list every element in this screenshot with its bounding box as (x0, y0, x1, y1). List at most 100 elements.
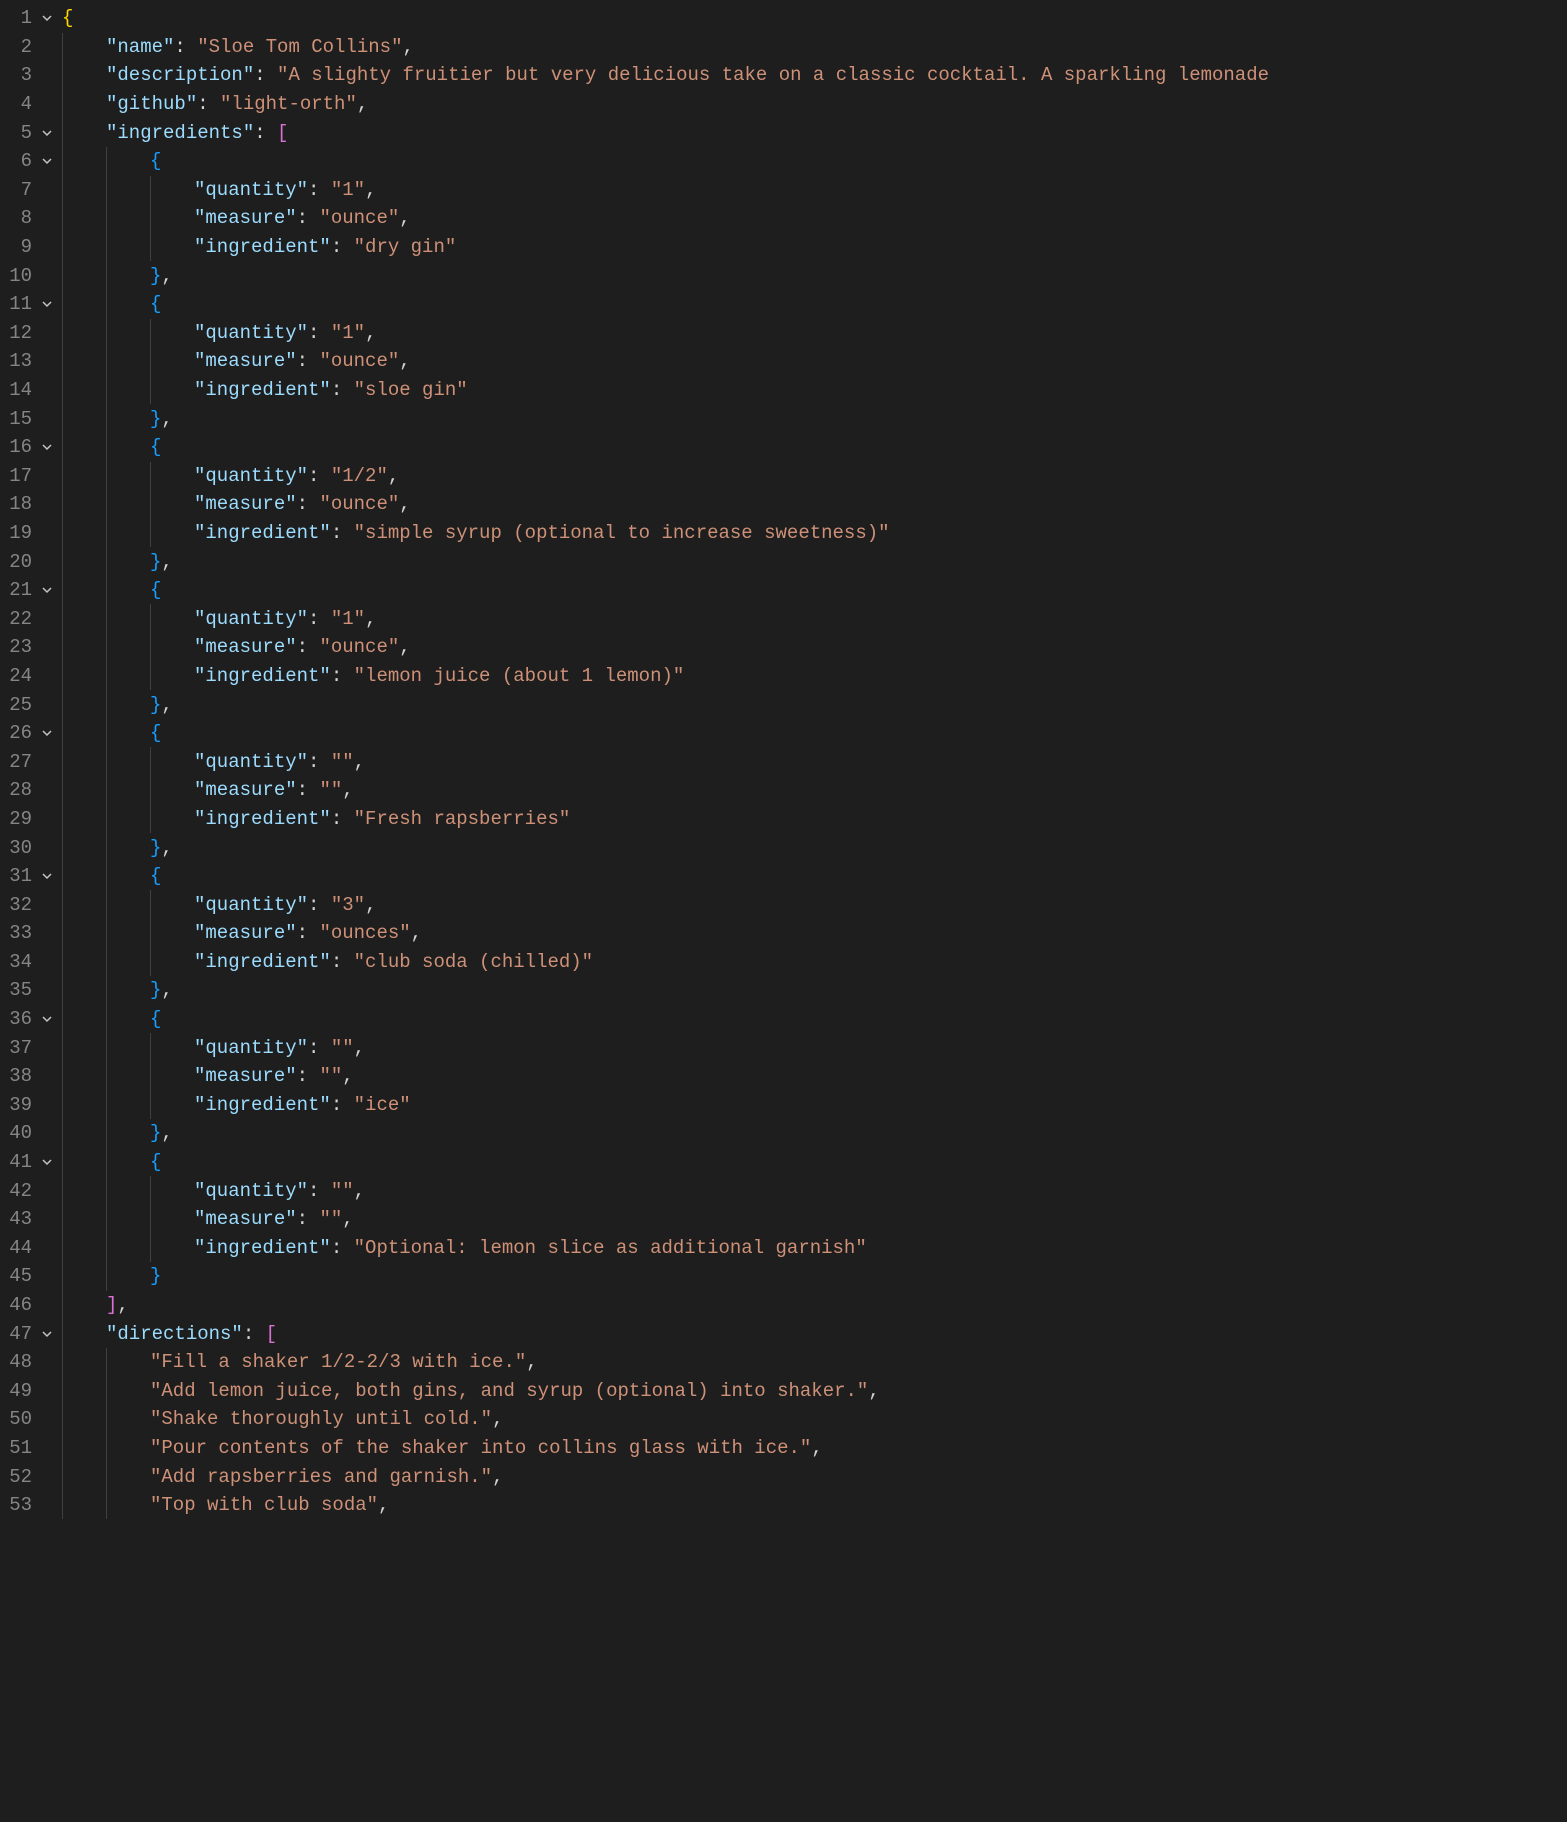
code-line[interactable]: }, (62, 833, 1567, 862)
fold-toggle[interactable] (36, 125, 58, 141)
code-line[interactable]: }, (62, 261, 1567, 290)
code-line[interactable]: "directions": [ (62, 1319, 1567, 1348)
code-line[interactable]: "ingredient": "ice" (62, 1091, 1567, 1120)
token-bracket: [ (266, 1323, 277, 1345)
token-punct: , (161, 837, 172, 859)
line-number: 25 (0, 694, 36, 716)
indent-guide (62, 90, 63, 119)
code-line[interactable]: { (62, 290, 1567, 319)
line-number: 36 (0, 1008, 36, 1030)
indent-guide (150, 490, 151, 519)
indent-guide (106, 319, 107, 348)
code-area[interactable]: {"name": "Sloe Tom Collins","description… (58, 0, 1567, 1822)
code-line[interactable]: }, (62, 690, 1567, 719)
code-line[interactable]: "measure": "", (62, 1205, 1567, 1234)
line-number: 52 (0, 1466, 36, 1488)
token-key: "quantity" (194, 179, 308, 201)
code-line[interactable]: "quantity": "1", (62, 319, 1567, 348)
indent-guide (150, 1091, 151, 1120)
code-line[interactable]: "quantity": "1/2", (62, 462, 1567, 491)
token-punct: , (161, 408, 172, 430)
code-line[interactable]: "measure": "ounces", (62, 919, 1567, 948)
indent-guide (150, 462, 151, 491)
code-line[interactable]: "measure": "", (62, 1062, 1567, 1091)
indent-guide (62, 404, 63, 433)
code-line[interactable]: { (62, 719, 1567, 748)
code-line[interactable]: "quantity": "1", (62, 604, 1567, 633)
fold-toggle[interactable] (36, 582, 58, 598)
code-line[interactable]: { (62, 1148, 1567, 1177)
code-line[interactable]: ], (62, 1291, 1567, 1320)
fold-toggle[interactable] (36, 153, 58, 169)
line-number: 22 (0, 608, 36, 630)
fold-toggle[interactable] (36, 725, 58, 741)
code-line[interactable]: "quantity": "", (62, 747, 1567, 776)
code-line[interactable]: "quantity": "3", (62, 890, 1567, 919)
token-string: "" (331, 751, 354, 773)
code-line[interactable]: { (62, 576, 1567, 605)
gutter-row: 10 (0, 261, 58, 290)
line-number: 9 (0, 236, 36, 258)
code-line[interactable]: { (62, 4, 1567, 33)
gutter-row: 34 (0, 948, 58, 977)
code-line[interactable]: "quantity": "", (62, 1176, 1567, 1205)
code-line[interactable]: "ingredient": "dry gin" (62, 233, 1567, 262)
token-bracket2: } (150, 551, 161, 573)
fold-toggle[interactable] (36, 1011, 58, 1027)
code-line[interactable]: "name": "Sloe Tom Collins", (62, 33, 1567, 62)
gutter-row: 37 (0, 1033, 58, 1062)
token-string: "ounce" (319, 636, 399, 658)
fold-toggle[interactable] (36, 868, 58, 884)
code-line[interactable]: "measure": "", (62, 776, 1567, 805)
code-line[interactable]: } (62, 1262, 1567, 1291)
code-line[interactable]: "Pour contents of the shaker into collin… (62, 1434, 1567, 1463)
chevron-down-icon (39, 868, 55, 884)
code-line[interactable]: "Fill a shaker 1/2-2/3 with ice.", (62, 1348, 1567, 1377)
code-line[interactable]: "ingredient": "club soda (chilled)" (62, 948, 1567, 977)
code-line[interactable]: "Shake thoroughly until cold.", (62, 1405, 1567, 1434)
fold-toggle[interactable] (36, 296, 58, 312)
fold-toggle[interactable] (36, 439, 58, 455)
code-line[interactable]: }, (62, 1119, 1567, 1148)
code-line[interactable]: "ingredient": "sloe gin" (62, 376, 1567, 405)
code-line[interactable]: "measure": "ounce", (62, 347, 1567, 376)
line-number: 46 (0, 1294, 36, 1316)
code-line[interactable]: "measure": "ounce", (62, 633, 1567, 662)
fold-toggle[interactable] (36, 1154, 58, 1170)
token-bracket2: } (150, 265, 161, 287)
code-line[interactable]: }, (62, 547, 1567, 576)
indent-guide (62, 1491, 63, 1520)
code-line[interactable]: "measure": "ounce", (62, 490, 1567, 519)
code-line[interactable]: "measure": "ounce", (62, 204, 1567, 233)
code-line[interactable]: { (62, 862, 1567, 891)
code-editor[interactable]: 1234567891011121314151617181920212223242… (0, 0, 1567, 1822)
fold-toggle[interactable] (36, 10, 58, 26)
line-number: 40 (0, 1122, 36, 1144)
code-line[interactable]: { (62, 433, 1567, 462)
code-line[interactable]: "Add lemon juice, both gins, and syrup (… (62, 1377, 1567, 1406)
code-line[interactable]: "quantity": "", (62, 1033, 1567, 1062)
code-line[interactable]: }, (62, 404, 1567, 433)
token-key: "quantity" (194, 608, 308, 630)
code-line[interactable]: "ingredient": "Optional: lemon slice as … (62, 1234, 1567, 1263)
indent-guide (150, 1205, 151, 1234)
code-line[interactable]: "Top with club soda", (62, 1491, 1567, 1520)
code-line[interactable]: "github": "light-orth", (62, 90, 1567, 119)
indent-guide (62, 919, 63, 948)
code-line[interactable]: { (62, 1005, 1567, 1034)
code-line[interactable]: "Add rapsberries and garnish.", (62, 1462, 1567, 1491)
gutter-row: 27 (0, 747, 58, 776)
code-line[interactable]: "ingredient": "Fresh rapsberries" (62, 805, 1567, 834)
line-number: 1 (0, 7, 36, 29)
code-line[interactable]: { (62, 147, 1567, 176)
code-line[interactable]: "ingredient": "simple syrup (optional to… (62, 519, 1567, 548)
indent-guide (62, 1348, 63, 1377)
code-line[interactable]: "description": "A slighty fruitier but v… (62, 61, 1567, 90)
code-line[interactable]: }, (62, 976, 1567, 1005)
indent-guide (106, 1176, 107, 1205)
code-line[interactable]: "ingredient": "lemon juice (about 1 lemo… (62, 662, 1567, 691)
fold-toggle[interactable] (36, 1326, 58, 1342)
code-line[interactable]: "ingredients": [ (62, 118, 1567, 147)
token-bracket2: { (150, 865, 161, 887)
code-line[interactable]: "quantity": "1", (62, 176, 1567, 205)
